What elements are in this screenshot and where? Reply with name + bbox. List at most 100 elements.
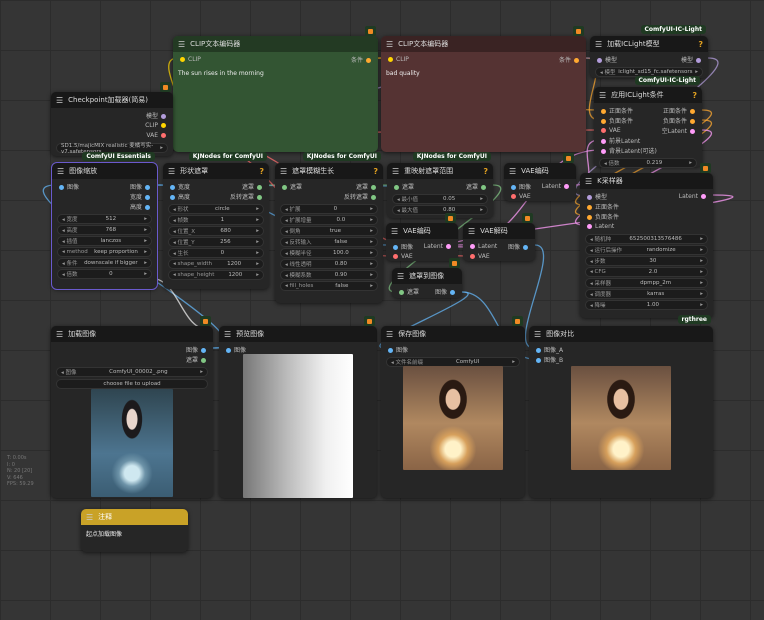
- node-vae-enc2[interactable]: ☰ VAE编码 图像 Latent VAE: [386, 213, 458, 261]
- arrow-right-icon[interactable]: ▸: [370, 272, 373, 278]
- menu-icon[interactable]: ☰: [386, 40, 393, 49]
- node-header[interactable]: ☰ 图像缩放: [52, 163, 157, 179]
- widget-扩展增量[interactable]: ◂ 扩展增量 0.0 ▸: [280, 215, 378, 225]
- arrow-right-icon[interactable]: ▸: [144, 216, 147, 222]
- widget-反转输入[interactable]: ◂ 反转输入 false ▸: [280, 237, 378, 247]
- help-icon[interactable]: ?: [373, 167, 378, 176]
- widget-降噪[interactable]: ◂ 降噪 1.00 ▸: [585, 300, 708, 310]
- arrow-right-icon[interactable]: ▸: [370, 206, 373, 212]
- arrow-right-icon[interactable]: ▸: [370, 217, 373, 223]
- output-port-icon[interactable]: [257, 184, 262, 190]
- arrow-right-icon[interactable]: ▸: [700, 280, 703, 286]
- menu-icon[interactable]: ☰: [392, 167, 399, 176]
- node-remap[interactable]: ☰ 重映射遮罩范围? KJNodes for ComfyUI 遮罩 遮罩 ◂ 最小值 0.0…: [387, 152, 493, 218]
- widget-倍数[interactable]: ◂ 倍数 0 ▸: [57, 269, 152, 279]
- output-slot[interactable]: 图像: [435, 287, 458, 296]
- node-preview[interactable]: ☰ 预览图像 图像: [219, 316, 377, 498]
- node-ksampler[interactable]: ☰ K采样器 模型 Latent 正面条件 负面条件 Latent ◂ 随机种 65250031…: [580, 163, 713, 318]
- widget-fill_holes[interactable]: ◂ fill_holes false ▸: [280, 281, 378, 291]
- widget-method[interactable]: ◂ method keep proportion ▸: [57, 247, 152, 257]
- menu-icon[interactable]: ☰: [595, 40, 602, 49]
- arrow-right-icon[interactable]: ▸: [689, 160, 692, 166]
- menu-icon[interactable]: ☰: [391, 227, 398, 236]
- arrow-right-icon[interactable]: ▸: [200, 369, 203, 375]
- output-port-icon[interactable]: [161, 113, 166, 119]
- widget-位置_X[interactable]: ◂ 位置_X 680 ▸: [168, 226, 264, 236]
- arrow-right-icon[interactable]: ▸: [480, 196, 483, 202]
- output-port-icon[interactable]: [371, 194, 376, 200]
- arrow-right-icon[interactable]: ▸: [256, 239, 259, 245]
- arrow-right-icon[interactable]: ▸: [480, 207, 483, 213]
- node-clip-neg[interactable]: ☰ CLIP文本编码器 CLIP 条件 bad quality: [381, 26, 586, 152]
- node-compare[interactable]: ☰ 图像对比 rgthree 图像_A 图像_B: [529, 315, 713, 498]
- input-port-icon[interactable]: [601, 127, 606, 133]
- widget-调度器[interactable]: ◂ 调度器 karras ▸: [585, 289, 708, 299]
- node-header[interactable]: ☰ 注释: [81, 509, 188, 525]
- input-slot[interactable]: 图像_A: [533, 345, 563, 354]
- input-slot[interactable]: VAE: [390, 253, 413, 260]
- arrow-right-icon[interactable]: ▸: [370, 239, 373, 245]
- node-header[interactable]: ☰ VAE解码: [463, 223, 535, 239]
- arrow-right-icon[interactable]: ▸: [695, 69, 698, 75]
- widget-形状[interactable]: ◂ 形状 circle ▸: [168, 204, 264, 214]
- arrow-right-icon[interactable]: ▸: [160, 145, 163, 151]
- node-header[interactable]: ☰ 加载ICLight模型?: [590, 36, 708, 52]
- output-port-icon[interactable]: [145, 194, 150, 200]
- arrow-right-icon[interactable]: ▸: [256, 206, 259, 212]
- widget-生长[interactable]: ◂ 生长 0 ▸: [168, 248, 264, 258]
- node-header[interactable]: ☰ CLIP文本编码器: [381, 36, 586, 52]
- node-header[interactable]: ☰ 图像对比: [529, 326, 713, 342]
- menu-icon[interactable]: ☰: [86, 513, 93, 522]
- input-slot[interactable]: 图像_B: [533, 355, 563, 364]
- menu-icon[interactable]: ☰: [224, 330, 231, 339]
- output-slot[interactable]: VAE: [146, 132, 169, 139]
- arrow-right-icon[interactable]: ▸: [144, 249, 147, 255]
- input-port-icon[interactable]: [399, 289, 404, 295]
- input-port-icon[interactable]: [180, 56, 185, 62]
- input-slot[interactable]: Latent: [584, 223, 614, 230]
- widget-shape_width[interactable]: ◂ shape_width 1200 ▸: [168, 259, 264, 269]
- node-header[interactable]: ☰ 形状遮罩?: [163, 163, 269, 179]
- output-slot[interactable]: 反转遮罩: [344, 192, 379, 201]
- input-slot[interactable]: VAE: [508, 193, 531, 200]
- input-port-icon[interactable]: [282, 184, 287, 190]
- widget-步数[interactable]: ◂ 步数 30 ▸: [585, 256, 708, 266]
- menu-icon[interactable]: ☰: [599, 91, 606, 100]
- widget-倒角[interactable]: ◂ 倒角 true ▸: [280, 226, 378, 236]
- arrow-right-icon[interactable]: ▸: [700, 291, 703, 297]
- input-slot[interactable]: VAE: [467, 253, 490, 260]
- widget-倍数[interactable]: ◂ 倍数 0.219 ▸: [599, 158, 697, 168]
- output-slot[interactable]: CLIP: [145, 122, 169, 129]
- arrow-right-icon[interactable]: ▸: [370, 250, 373, 256]
- input-port-icon[interactable]: [59, 184, 64, 190]
- input-port-icon[interactable]: [587, 214, 592, 220]
- output-port-icon[interactable]: [161, 132, 166, 138]
- output-port-icon[interactable]: [257, 194, 262, 200]
- node-grow-mask[interactable]: ☰ 遮罩模糊生长? KJNodes for ComfyUI 遮罩 遮罩 反转遮罩 ◂ 扩展 0…: [275, 152, 383, 303]
- help-icon[interactable]: ?: [483, 167, 488, 176]
- output-port-icon[interactable]: [446, 243, 451, 249]
- widget-线性透明[interactable]: ◂ 线性透明 0.80 ▸: [280, 259, 378, 269]
- output-slot[interactable]: 宽度: [130, 192, 153, 201]
- input-port-icon[interactable]: [587, 223, 592, 229]
- widget-宽度[interactable]: ◂ 宽度 512 ▸: [57, 214, 152, 224]
- output-port-icon[interactable]: [145, 204, 150, 210]
- input-slot[interactable]: 图像: [508, 182, 531, 191]
- input-port-icon[interactable]: [536, 347, 541, 353]
- input-port-icon[interactable]: [587, 204, 592, 210]
- input-slot[interactable]: 遮罩: [391, 182, 414, 191]
- arrow-right-icon[interactable]: ▸: [700, 302, 703, 308]
- input-port-icon[interactable]: [601, 118, 606, 124]
- widget-条件[interactable]: ◂ 条件 downscale if bigger ▸: [57, 258, 152, 268]
- node-mask-to-img[interactable]: ☰ 遮罩到图像 遮罩 图像: [392, 258, 462, 298]
- arrow-right-icon[interactable]: ▸: [370, 261, 373, 267]
- output-port-icon[interactable]: [523, 244, 528, 250]
- widget-位置_Y[interactable]: ◂ 位置_Y 256 ▸: [168, 237, 264, 247]
- widget-shape_height[interactable]: ◂ shape_height 1200 ▸: [168, 270, 264, 280]
- output-slot[interactable]: 图像: [130, 182, 153, 191]
- node-header[interactable]: ☰ K采样器: [580, 173, 713, 189]
- node-clip-pos[interactable]: ☰ CLIP文本编码器 CLIP 条件 The sun rises in the mor…: [173, 26, 378, 152]
- input-slot[interactable]: 负面条件: [598, 116, 633, 125]
- input-slot[interactable]: 图像: [390, 242, 413, 251]
- input-port-icon[interactable]: [388, 347, 393, 353]
